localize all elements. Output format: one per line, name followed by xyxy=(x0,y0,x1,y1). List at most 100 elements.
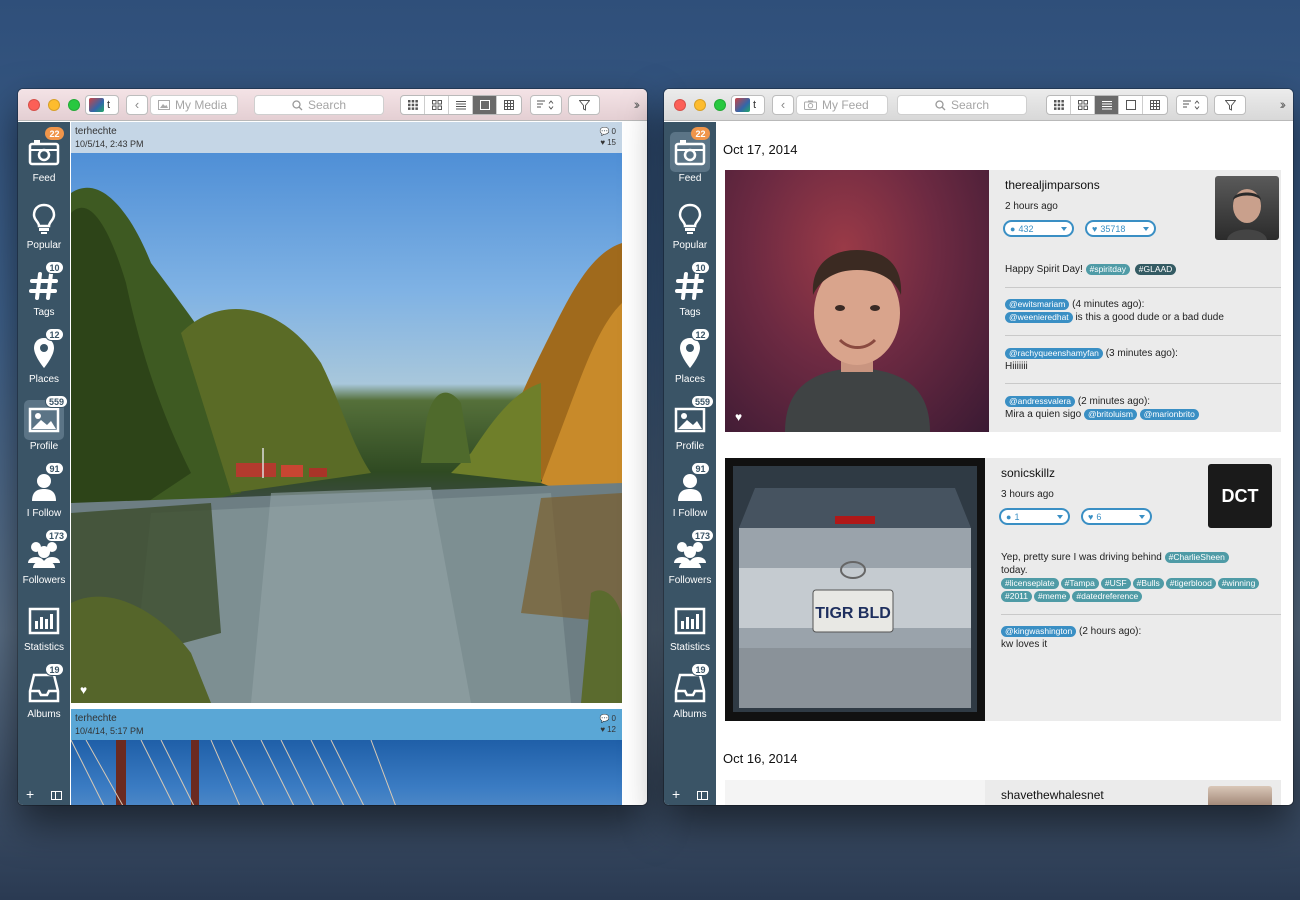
post-photo-rigging[interactable] xyxy=(71,740,622,805)
user-avatar[interactable] xyxy=(1215,176,1279,240)
hashtag[interactable]: #GLAAD xyxy=(1134,263,1177,275)
funnel-icon xyxy=(578,99,590,111)
hashtag[interactable]: #datedreference xyxy=(1072,590,1143,602)
sort-button[interactable] xyxy=(1176,95,1208,115)
sidebar-item-profile[interactable]: 559 Profile xyxy=(18,395,70,460)
likes-dropdown[interactable]: ♥ 35718 xyxy=(1085,220,1156,237)
post-photo-river[interactable]: ♥ xyxy=(71,153,622,703)
post-username[interactable]: terhechte xyxy=(75,713,117,724)
sidebar-item-followers[interactable]: 173 Followers xyxy=(18,529,70,594)
zoom-button[interactable] xyxy=(714,99,726,111)
view-list-button[interactable] xyxy=(1095,96,1119,114)
lightbulb-icon xyxy=(670,199,710,239)
close-button[interactable] xyxy=(28,99,40,111)
filter-button[interactable] xyxy=(1214,95,1246,115)
account-switcher[interactable]: t xyxy=(731,95,765,115)
hashtag[interactable]: #CharlieSheen xyxy=(1164,551,1229,563)
post-time: 3 hours ago xyxy=(1001,489,1054,500)
mention[interactable]: @rachyqueenshamyfan xyxy=(1005,347,1103,359)
sidebar-item-feed[interactable]: 22 Feed xyxy=(18,127,70,192)
view-table-button[interactable] xyxy=(1143,96,1167,114)
toolbar-overflow-chevron-icon[interactable]: ›› xyxy=(1280,96,1287,112)
post-username[interactable]: sonicskillz xyxy=(1001,466,1055,480)
count-badge: 559 xyxy=(45,395,69,408)
user-avatar[interactable]: DCT xyxy=(1208,464,1272,528)
sidebar-item-statistics[interactable]: Statistics xyxy=(18,599,70,661)
mention[interactable]: @kingwashington xyxy=(1001,625,1077,637)
filter-button[interactable] xyxy=(568,95,600,115)
sidebar-item-i-follow[interactable]: 91 I Follow xyxy=(664,462,716,527)
hashtag[interactable]: #Bulls xyxy=(1132,577,1164,589)
view-list-button[interactable] xyxy=(449,96,473,114)
mention[interactable]: @ewitsmariam xyxy=(1005,298,1070,310)
sidebar-item-places[interactable]: 12 Places xyxy=(664,328,716,393)
search-input[interactable]: Search xyxy=(254,95,384,115)
post-username[interactable]: therealjimparsons xyxy=(1005,178,1100,192)
account-switcher[interactable]: t xyxy=(85,95,119,115)
hashtag[interactable]: #2011 xyxy=(1001,590,1033,602)
add-account-plus-icon[interactable]: + xyxy=(26,786,34,802)
sidebar-item-albums[interactable]: 19 Albums xyxy=(18,663,70,728)
account-avatar xyxy=(89,98,104,112)
minimize-button[interactable] xyxy=(694,99,706,111)
close-button[interactable] xyxy=(674,99,686,111)
back-button[interactable]: ‹ xyxy=(126,95,148,115)
mention[interactable]: @andressvalera xyxy=(1005,395,1076,407)
hashtag[interactable]: #meme xyxy=(1034,590,1071,602)
view-large-grid-button[interactable] xyxy=(425,96,449,114)
minimize-button[interactable] xyxy=(48,99,60,111)
view-single-button[interactable] xyxy=(473,96,497,114)
like-heart-icon[interactable]: ♥ xyxy=(80,683,87,697)
hashtag[interactable]: #USF xyxy=(1100,577,1131,589)
sidebar-item-tags[interactable]: 10 Tags xyxy=(664,261,716,326)
hashtag[interactable]: #licenseplate xyxy=(1001,577,1059,589)
user-avatar[interactable] xyxy=(1208,786,1272,805)
grid-large-icon xyxy=(431,100,442,110)
view-single-button[interactable] xyxy=(1119,96,1143,114)
mention[interactable]: @weenieredhat xyxy=(1005,311,1073,323)
sidebar-item-albums[interactable]: 19 Albums xyxy=(664,663,716,728)
hashtag[interactable]: #Tampa xyxy=(1060,577,1099,589)
view-small-grid-button[interactable] xyxy=(1047,96,1071,114)
hashtag[interactable]: #tigerblood xyxy=(1165,577,1216,589)
sidebar-item-label: Profile xyxy=(675,441,705,452)
add-account-plus-icon[interactable]: + xyxy=(672,786,680,802)
comments-dropdown[interactable]: ● 1 xyxy=(999,508,1070,525)
toggle-panel-icon[interactable] xyxy=(51,791,62,800)
search-input[interactable]: Search xyxy=(897,95,1027,115)
post-username[interactable]: shavethewhalesnet xyxy=(1001,788,1104,802)
sidebar-item-i-follow[interactable]: 91 I Follow xyxy=(18,462,70,527)
sort-button[interactable] xyxy=(530,95,562,115)
count-badge: 19 xyxy=(691,663,710,676)
back-button[interactable]: ‹ xyxy=(772,95,794,115)
hashtag[interactable]: #winning xyxy=(1217,577,1260,589)
likes-dropdown[interactable]: ♥ 6 xyxy=(1081,508,1152,525)
sidebar-item-feed[interactable]: 22 Feed xyxy=(664,127,716,192)
like-heart-icon[interactable]: ♥ xyxy=(735,410,742,424)
post-username[interactable]: terhechte xyxy=(75,126,117,137)
sidebar-item-popular[interactable]: Popular xyxy=(664,197,716,259)
toggle-panel-icon[interactable] xyxy=(697,791,708,800)
post-photo-selfie[interactable]: ♥ xyxy=(725,170,989,432)
view-large-grid-button[interactable] xyxy=(1071,96,1095,114)
sidebar-item-profile[interactable]: 559 Profile xyxy=(664,395,716,460)
comment: @kingwashington (2 hours ago): kw loves … xyxy=(1001,625,1142,650)
comments-dropdown[interactable]: ● 432 xyxy=(1003,220,1074,237)
sidebar-item-tags[interactable]: 10 Tags xyxy=(18,261,70,326)
post-header: terhechte 10/5/14, 2:43 PM 💬 0 ♥ 15 xyxy=(71,122,622,153)
sidebar-item-places[interactable]: 12 Places xyxy=(18,328,70,393)
post-photo-car[interactable]: TIGR BLD xyxy=(725,458,985,721)
sidebar-item-statistics[interactable]: Statistics xyxy=(664,599,716,661)
view-small-grid-button[interactable] xyxy=(401,96,425,114)
mention[interactable]: @britoluism xyxy=(1083,408,1137,420)
hashtag[interactable]: #spiritday xyxy=(1085,263,1130,275)
divider xyxy=(1005,287,1281,288)
zoom-button[interactable] xyxy=(68,99,80,111)
sidebar-item-popular[interactable]: Popular xyxy=(18,197,70,259)
comment-count: 💬 0 xyxy=(599,714,616,723)
sidebar-item-followers[interactable]: 173 Followers xyxy=(664,529,716,594)
post-photo[interactable] xyxy=(725,780,985,805)
toolbar-overflow-chevron-icon[interactable]: ›› xyxy=(634,96,641,112)
view-table-button[interactable] xyxy=(497,96,521,114)
mention[interactable]: @marionbrito xyxy=(1139,408,1199,420)
